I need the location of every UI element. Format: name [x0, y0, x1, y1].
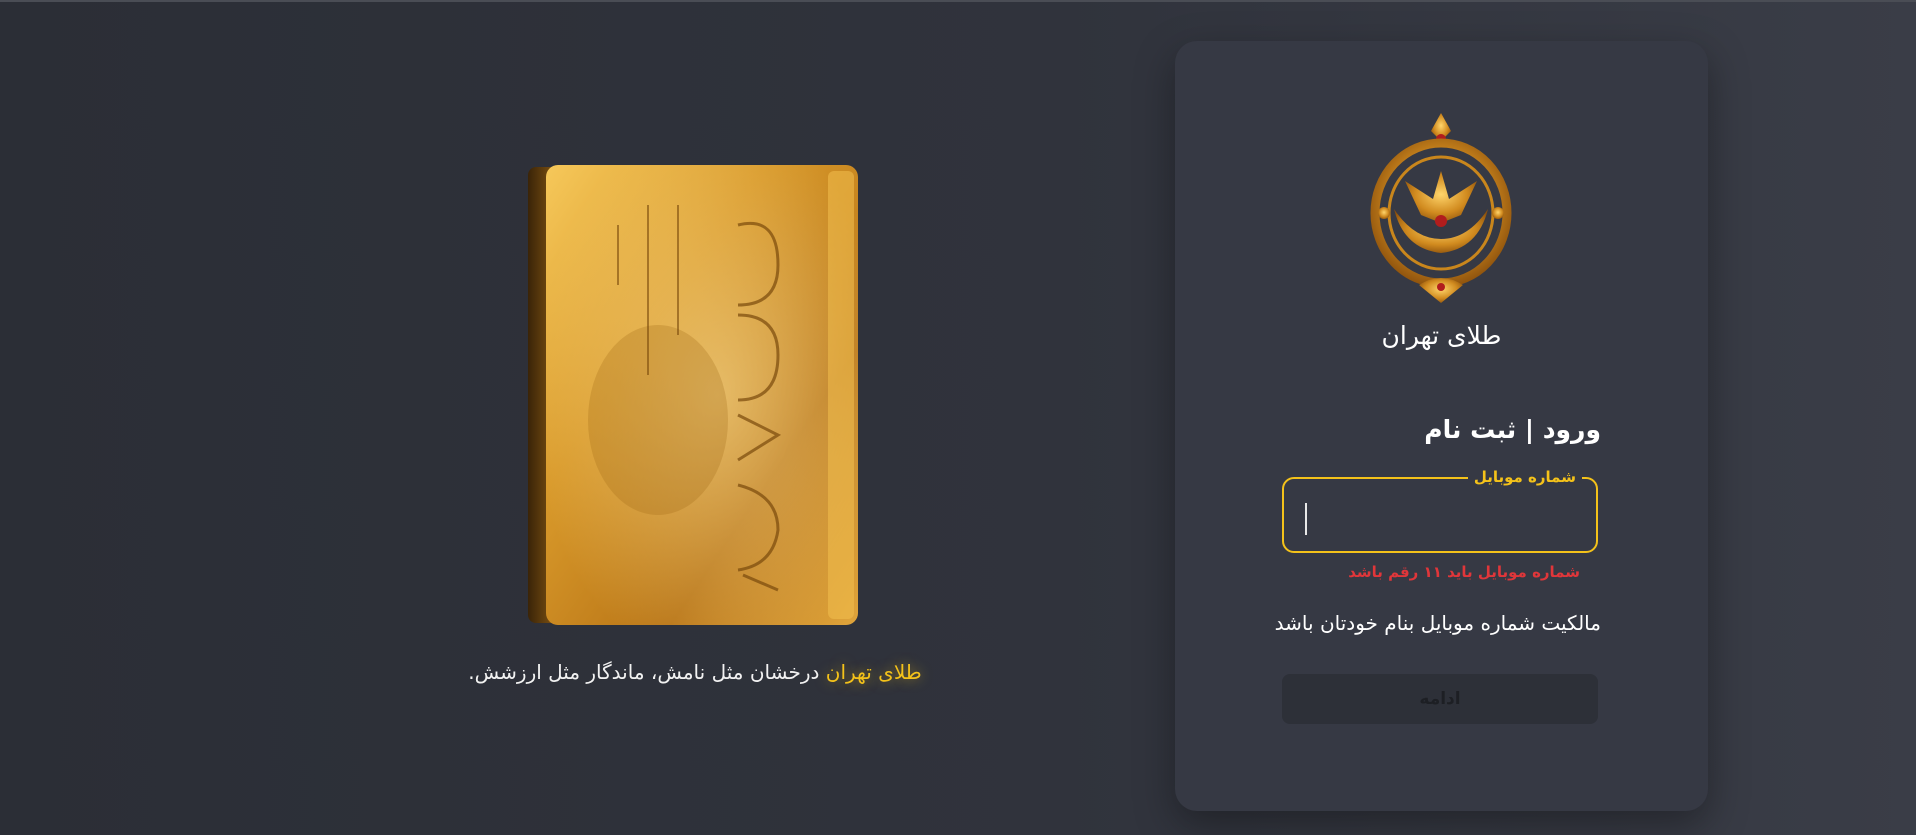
gold-bar-image: [528, 165, 862, 625]
ownership-hint: مالکیت شماره موبایل بنام خودتان باشد: [1274, 611, 1601, 635]
hero-tagline: طلای تهران درخشان مثل نامش، ماندگار مثل …: [380, 660, 1010, 684]
login-card: طلای تهران ورود | ثبت نام شماره موبایل ش…: [1175, 41, 1708, 811]
tagline-text: درخشان مثل نامش، ماندگار مثل ارزشش.: [468, 660, 826, 684]
tagline-brand: طلای تهران: [825, 660, 922, 684]
brand-name: طلای تهران: [1381, 321, 1502, 350]
text-caret: [1305, 503, 1307, 535]
top-border: [0, 0, 1916, 2]
mobile-input[interactable]: [1298, 491, 1588, 541]
mobile-field[interactable]: شماره موبایل: [1282, 466, 1598, 553]
gold-emblem-icon: [1364, 109, 1518, 305]
mobile-error-message: شماره موبایل باید ۱۱ رقم باشد: [1348, 563, 1580, 581]
mobile-field-label: شماره موبایل: [1467, 466, 1582, 488]
continue-button[interactable]: ادامه: [1282, 674, 1598, 724]
form-title: ورود | ثبت نام: [1424, 415, 1601, 444]
